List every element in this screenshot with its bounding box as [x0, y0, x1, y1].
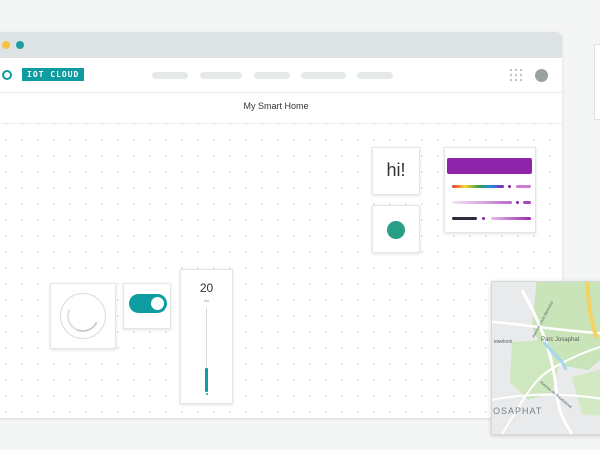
toggle-switch[interactable]	[129, 294, 167, 313]
gauge-widget[interactable]	[50, 283, 116, 349]
slider-widget[interactable]: 20 km	[180, 269, 233, 404]
brightness-slider-end	[491, 217, 531, 220]
map-label-west: ewekoni	[494, 339, 513, 345]
gauge-dial	[60, 293, 106, 339]
dashboard-title-bar: My Smart Home	[0, 93, 562, 124]
led-widget[interactable]	[372, 205, 420, 253]
brightness-slider[interactable]	[452, 217, 477, 220]
led-indicator	[387, 221, 405, 239]
slider-unit: km	[203, 298, 210, 303]
nav-item-5[interactable]	[357, 72, 393, 79]
nav-item-2[interactable]	[200, 72, 242, 79]
window-maximize-dot[interactable]	[16, 41, 24, 49]
nav-item-4[interactable]	[301, 72, 346, 79]
window-titlebar	[0, 32, 562, 58]
hue-slider-end	[516, 185, 531, 188]
slider-fill[interactable]	[205, 368, 208, 392]
nav-item-3[interactable]	[254, 72, 290, 79]
color-preview-bar	[447, 158, 532, 174]
hue-slider-thumb[interactable]	[508, 185, 511, 188]
apps-grid-icon[interactable]	[509, 68, 523, 82]
slider-value: 20	[199, 281, 214, 295]
side-panel-edge	[594, 44, 600, 120]
toggle-switch-knob[interactable]	[151, 297, 164, 310]
saturation-slider[interactable]	[452, 201, 512, 204]
infinity-logo-icon	[0, 69, 18, 81]
brand-logo[interactable]: IOT CLOUD	[0, 68, 85, 81]
app-header: IOT CLOUD	[0, 58, 562, 93]
color-widget[interactable]	[444, 147, 536, 233]
window-minimize-dot[interactable]	[2, 41, 10, 49]
saturation-slider-end	[523, 201, 531, 204]
brand-name: IOT CLOUD	[22, 68, 85, 81]
slider-min-marker	[206, 393, 208, 395]
gauge-arc	[62, 295, 104, 337]
hue-slider[interactable]	[452, 185, 504, 188]
switch-widget[interactable]	[123, 283, 171, 329]
user-avatar[interactable]	[535, 69, 548, 82]
message-text: hi!	[386, 160, 406, 180]
map-label-park: Parc Josaphat	[541, 337, 580, 343]
nav-item-1[interactable]	[152, 72, 188, 79]
saturation-slider-thumb[interactable]	[516, 201, 519, 204]
brightness-slider-thumb[interactable]	[482, 217, 485, 220]
page-title: My Smart Home	[243, 101, 309, 111]
map-widget[interactable]: Parc Josaphat OSAPHAT ewekoni Avenue Lou…	[491, 281, 600, 435]
message-widget[interactable]: hi!	[372, 147, 420, 195]
map-label-district: OSAPHAT	[493, 406, 543, 416]
